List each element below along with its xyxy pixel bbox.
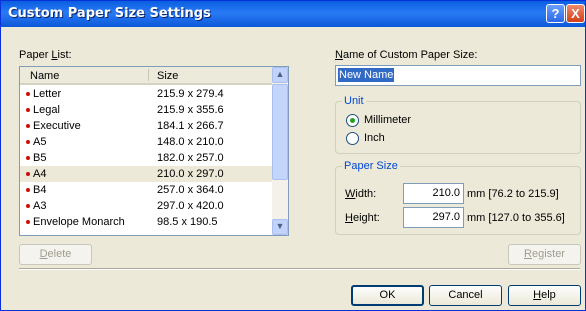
custom-name-input[interactable]: New Name (335, 65, 581, 86)
custom-name-label-accel: N (335, 49, 343, 61)
list-item-selected[interactable]: A4 210.0 x 297.0 (20, 166, 272, 182)
paper-name: A3 (33, 200, 47, 212)
list-item[interactable]: Letter 215.9 x 279.4 (20, 86, 272, 102)
help-button-accel: H (533, 289, 542, 301)
radio-selected-dot (350, 118, 355, 123)
title-bar: Custom Paper Size Settings ? X (1, 1, 585, 27)
paper-name: A5 (33, 136, 47, 148)
inch-radio[interactable] (346, 132, 359, 145)
list-item[interactable]: B5 182.0 x 257.0 (20, 150, 272, 166)
register-button[interactable]: Register (508, 244, 581, 265)
delete-button[interactable]: Delete (19, 244, 92, 265)
paper-bullet-icon (26, 108, 30, 112)
paper-bullet-icon (26, 156, 30, 160)
custom-name-label-text: ame of Custom Paper Size: (342, 49, 478, 61)
custom-name-value: New Name (338, 68, 395, 82)
paper-bullet-icon (26, 204, 30, 208)
millimeter-label[interactable]: Millimeter (364, 114, 411, 126)
column-header-size[interactable]: Size (157, 70, 178, 82)
width-input[interactable]: 210.0 (403, 183, 464, 204)
delete-button-label: elete (47, 248, 72, 260)
width-range: mm [76.2 to 215.9] (467, 188, 559, 200)
list-item[interactable]: Envelope Monarch 98.5 x 190.5 (20, 214, 272, 230)
register-button-accel: R (524, 248, 532, 260)
help-question-icon[interactable]: ? (546, 4, 565, 23)
paper-name: Letter (33, 88, 62, 100)
paper-size-group-label: Paper Size (342, 160, 400, 172)
column-divider[interactable] (148, 69, 149, 81)
paper-list-header: Name Size (20, 67, 272, 85)
list-item[interactable]: A5 148.0 x 210.0 (20, 134, 272, 150)
paper-bullet-icon (26, 124, 30, 128)
close-icon[interactable]: X (566, 4, 585, 23)
list-item[interactable]: A3 297.0 x 420.0 (20, 198, 272, 214)
paper-size-group: Paper Size Width: 210.0 mm [76.2 to 215.… (335, 160, 581, 235)
custom-name-label: Name of Custom Paper Size: (335, 49, 477, 61)
paper-bullet-icon (26, 172, 30, 176)
help-button-label: elp (541, 289, 556, 301)
register-button-label: egister (531, 248, 565, 260)
list-item[interactable]: B4 257.0 x 364.0 (20, 182, 272, 198)
unit-group-label: Unit (342, 95, 366, 107)
footer-divider (19, 268, 580, 270)
column-header-name[interactable]: Name (30, 70, 59, 82)
height-label-accel: H (345, 212, 353, 224)
paper-size: 215.9 x 279.4 (157, 88, 224, 100)
paper-size: 182.0 x 257.0 (157, 152, 224, 164)
paper-name: A4 (33, 168, 47, 180)
paper-name: Envelope Monarch (33, 216, 125, 228)
list-item[interactable]: Executive 184.1 x 266.7 (20, 118, 272, 134)
paper-size: 257.0 x 364.0 (157, 184, 224, 196)
paper-name: B4 (33, 184, 47, 196)
paper-name: Executive (33, 120, 81, 132)
paper-size: 210.0 x 297.0 (157, 168, 224, 180)
height-label: Height: (345, 212, 380, 224)
paper-list-rows: Letter 215.9 x 279.4 Legal 215.9 x 355.6 E… (20, 86, 272, 230)
list-item[interactable]: Legal 215.9 x 355.6 (20, 102, 272, 118)
scroll-thumb[interactable] (272, 84, 288, 180)
inch-label[interactable]: Inch (364, 132, 385, 144)
paper-bullet-icon (26, 220, 30, 224)
delete-button-accel: D (39, 248, 48, 260)
cancel-button[interactable]: Cancel (429, 285, 502, 306)
ok-button[interactable]: OK (351, 285, 424, 306)
paper-list[interactable]: Name Size Letter 215.9 x 279.4 Legal 215.9… (19, 66, 289, 236)
width-label: Width: (345, 188, 376, 200)
scroll-down-icon[interactable]: ▼ (272, 219, 288, 235)
scroll-up-icon[interactable]: ▲ (272, 67, 288, 83)
millimeter-radio[interactable] (346, 114, 359, 127)
paper-size: 297.0 x 420.0 (157, 200, 224, 212)
height-label-text: eight: (352, 212, 380, 224)
width-label-accel: W (345, 188, 356, 200)
paper-size: 98.5 x 190.5 (157, 216, 218, 228)
paper-bullet-icon (26, 140, 30, 144)
paper-size: 148.0 x 210.0 (157, 136, 224, 148)
custom-paper-size-dialog: Custom Paper Size Settings ? X Paper Lis… (0, 0, 586, 311)
paper-name: Legal (33, 104, 60, 116)
paper-bullet-icon (26, 188, 30, 192)
vertical-scrollbar[interactable]: ▲ ▼ (272, 67, 288, 235)
height-range: mm [127.0 to 355.6] (467, 212, 565, 224)
paper-list-label: Paper List: (19, 49, 72, 61)
paper-name: B5 (33, 152, 47, 164)
unit-group: Unit Millimeter Inch (335, 95, 581, 154)
help-button[interactable]: Help (508, 285, 581, 306)
paper-list-label-text: Paper (19, 49, 52, 61)
height-input[interactable]: 297.0 (403, 207, 464, 228)
paper-size: 184.1 x 266.7 (157, 120, 224, 132)
paper-list-label-text: ist: (57, 49, 72, 61)
dialog-title: Custom Paper Size Settings (8, 6, 211, 21)
paper-bullet-icon (26, 92, 30, 96)
width-label-text: idth: (355, 188, 377, 200)
paper-size: 215.9 x 355.6 (157, 104, 224, 116)
